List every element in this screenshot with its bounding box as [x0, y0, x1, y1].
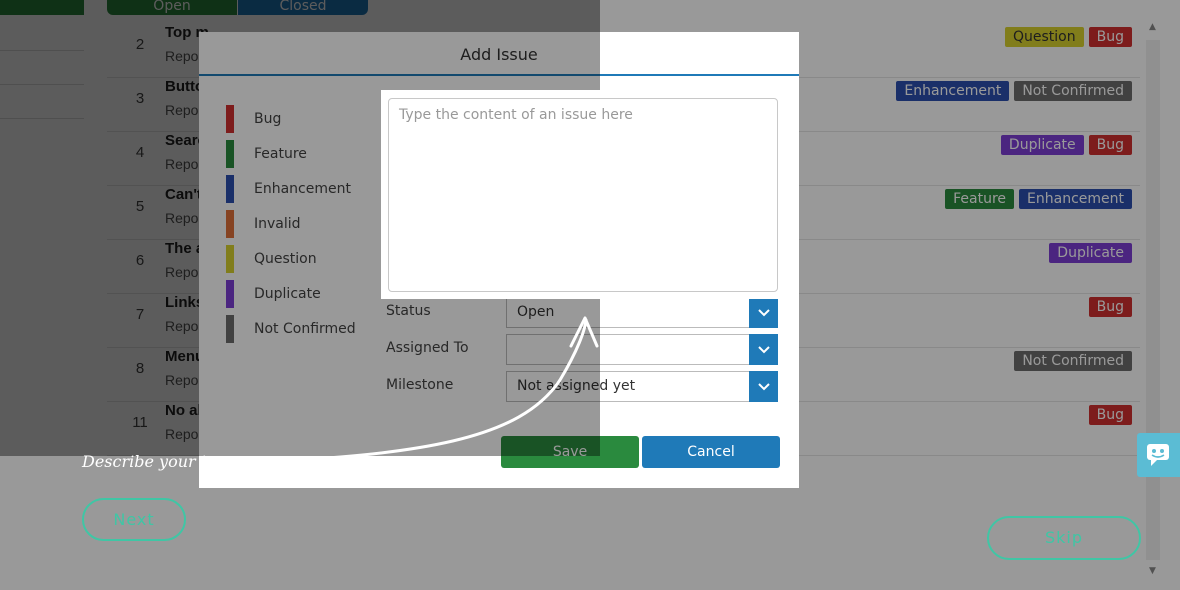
tour-highlight [381, 90, 787, 299]
tour-next-button[interactable]: Next [82, 498, 186, 541]
tour-skip-button[interactable]: Skip [987, 516, 1141, 560]
chevron-down-icon[interactable] [749, 334, 778, 365]
cancel-button[interactable]: Cancel [642, 436, 780, 468]
tour-hint-text: Describe your issue [82, 452, 243, 471]
chat-widget-button[interactable] [1137, 433, 1180, 477]
chevron-down-icon[interactable] [749, 297, 778, 328]
chat-icon [1147, 444, 1169, 466]
chevron-down-icon[interactable] [749, 371, 778, 402]
issue-content-textarea[interactable] [388, 98, 778, 292]
